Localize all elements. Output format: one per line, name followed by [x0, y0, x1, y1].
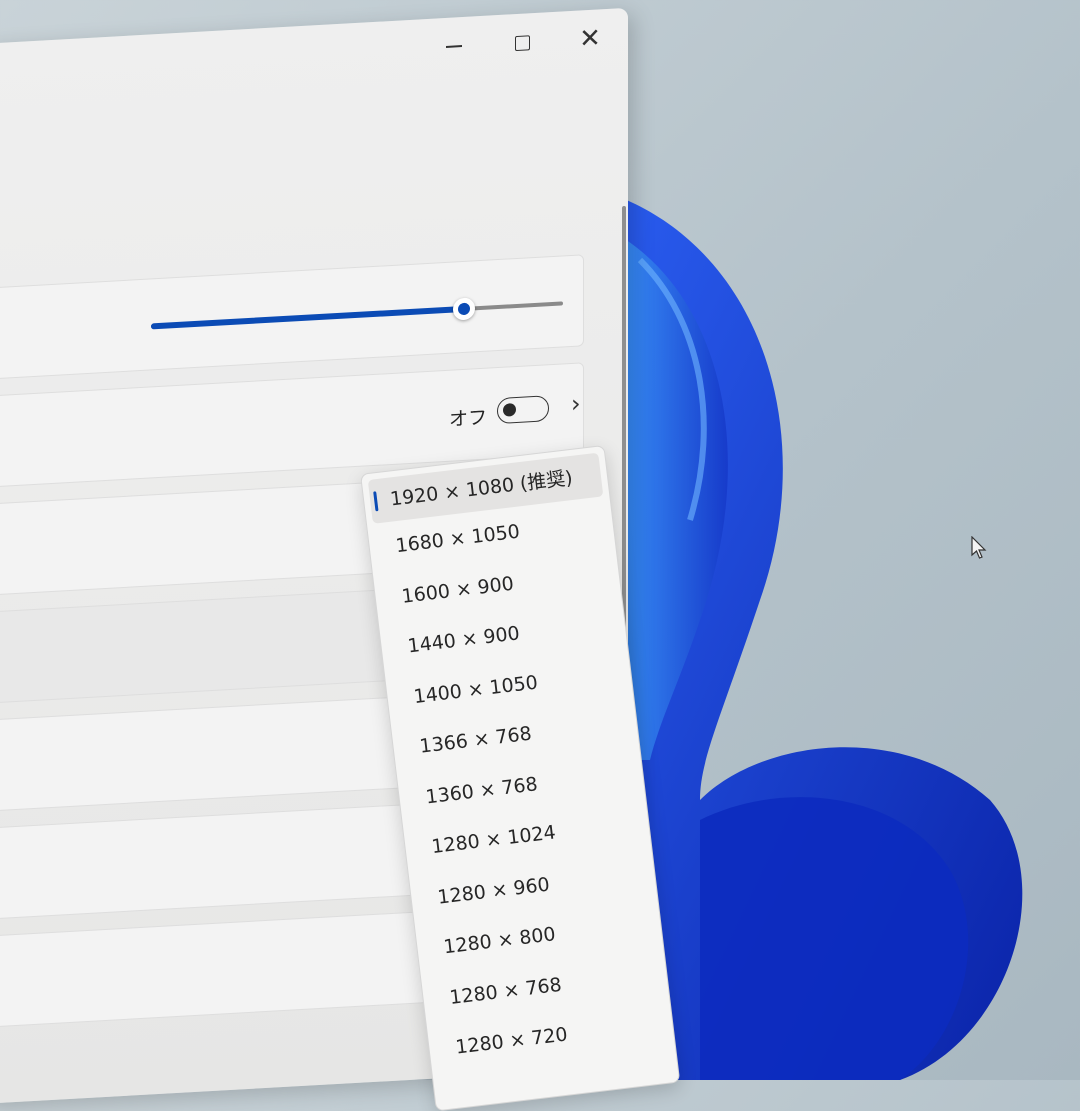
- toggle-knob: [503, 403, 516, 417]
- brightness-card: [0, 254, 584, 380]
- slider-thumb[interactable]: [453, 297, 476, 321]
- brightness-slider[interactable]: [151, 292, 563, 337]
- desktop: ✕ オフ › 1920 × 1080 (推奨) 1680 × 1050 1600 ×…: [0, 0, 1080, 1111]
- maximize-icon[interactable]: [498, 24, 546, 61]
- chevron-right-icon[interactable]: ›: [571, 389, 581, 418]
- night-light-toggle[interactable]: [497, 395, 549, 425]
- slider-fill: [151, 305, 465, 330]
- close-icon[interactable]: ✕: [566, 21, 614, 58]
- minimize-icon[interactable]: [430, 28, 478, 65]
- toggle-state-label: オフ: [449, 406, 488, 431]
- window-controls: ✕: [430, 21, 614, 65]
